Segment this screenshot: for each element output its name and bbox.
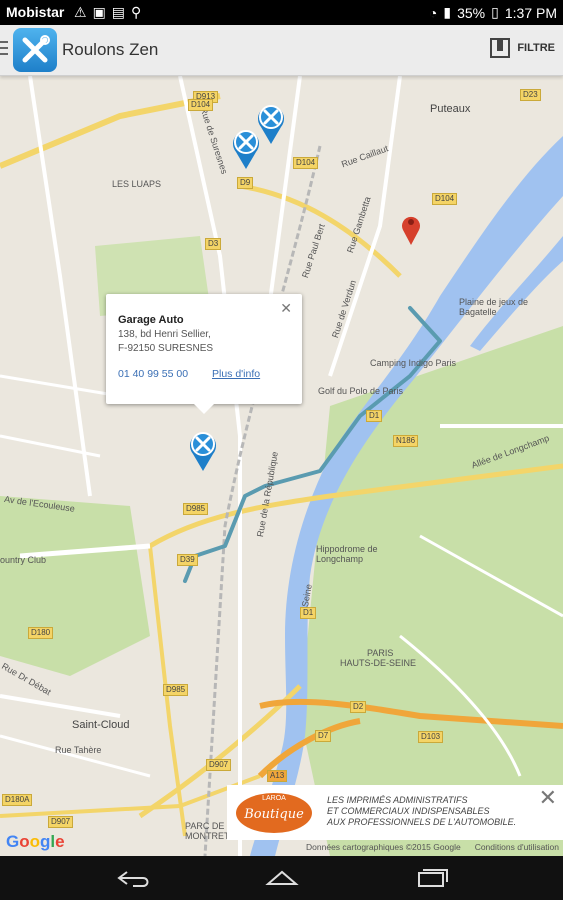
- place-label: ountry Club: [0, 555, 47, 565]
- status-bar: Mobistar ⚠ ▣ ▤ ⚲ ◔ ▮ 35% ▯ 1:37 PM: [0, 0, 563, 25]
- road-tag: D104: [188, 99, 214, 111]
- attribution-data: Données cartographiques ©2015 Google: [306, 842, 461, 852]
- garage-marker[interactable]: [231, 128, 261, 170]
- map-view[interactable]: Puteaux LES LUAPS Camping Indigo Paris G…: [0, 76, 563, 856]
- road-tag: D180: [28, 627, 54, 639]
- garage-address: 138, bd Henri Sellier,: [118, 329, 211, 340]
- road-tag: D104: [432, 193, 458, 205]
- road-tag: D2: [350, 701, 367, 713]
- signal-icon: ▮: [443, 4, 452, 20]
- road-tag: D9: [237, 177, 254, 189]
- garage-marker-selected[interactable]: [188, 430, 218, 472]
- red-pin-icon: [402, 216, 420, 245]
- map-attribution: Données cartographiques ©2015 Google Con…: [306, 842, 559, 852]
- filter-label: FILTRE: [517, 42, 555, 54]
- place-label: Hippodrome de Longchamp: [316, 544, 378, 564]
- place-label: Golf du Polo de Paris: [318, 386, 404, 396]
- road-tag: D1: [300, 607, 317, 619]
- location-icon: ⚲: [131, 4, 142, 20]
- clock: 1:37 PM: [504, 4, 557, 21]
- notification-icons: ⚠ ▣ ▤ ⚲: [74, 4, 141, 21]
- destination-marker[interactable]: [400, 212, 422, 246]
- wifi-icon: ◔: [428, 4, 438, 21]
- terms-link[interactable]: Conditions d'utilisation: [475, 842, 559, 852]
- filter-button[interactable]: FILTRE: [489, 37, 555, 59]
- street-label: Rue Tahère: [55, 745, 102, 755]
- road-tag: D907: [206, 759, 232, 771]
- garage-name: Garage Auto: [118, 314, 184, 326]
- ad-line: ET COMMERCIAUX INDISPENSABLES: [327, 806, 490, 816]
- app-bar: Roulons Zen FILTRE: [0, 25, 563, 76]
- ad-line: LES IMPRIMÉS ADMINISTRATIFS: [327, 795, 468, 805]
- road-tag: D39: [177, 554, 198, 566]
- road-tag: D7: [315, 730, 332, 742]
- close-icon[interactable]: ✕: [280, 300, 292, 317]
- place-label: Saint-Cloud: [72, 719, 130, 731]
- ad-brand-top: LAROA: [262, 795, 286, 802]
- ad-banner[interactable]: LAROA Boutique LES IMPRIMÉS ADMINISTRATI…: [227, 785, 563, 840]
- road-tag: D907: [48, 816, 74, 828]
- road-tag: A13: [267, 770, 288, 782]
- place-label: Plaine de jeux de Bagatelle: [459, 297, 529, 317]
- wrench-screwdriver-icon: [22, 35, 50, 63]
- wrench-pin-icon: [190, 432, 216, 471]
- ad-close-icon[interactable]: ✕: [539, 785, 557, 811]
- more-info-link[interactable]: Plus d'info: [212, 368, 260, 380]
- wrench-pin-icon: [233, 130, 259, 169]
- road-tag: D985: [163, 684, 189, 696]
- garage-info-popup: ✕ Garage Auto 138, bd Henri Sellier, F-9…: [106, 294, 302, 414]
- road-tag: D1: [366, 410, 383, 422]
- carrier-label: Mobistar: [6, 4, 65, 20]
- recents-icon[interactable]: [411, 866, 451, 890]
- menu-icon[interactable]: [0, 41, 8, 59]
- battery-icon: ▯: [491, 4, 499, 20]
- app-logo[interactable]: [13, 28, 57, 72]
- image-icon: ▣: [92, 4, 106, 20]
- road-tag: D180A: [2, 794, 33, 806]
- briefcase-icon: ▤: [111, 4, 126, 20]
- ad-logo: LAROA Boutique: [236, 793, 312, 833]
- ad-text: LES IMPRIMÉS ADMINISTRATIFS ET COMMERCIA…: [327, 795, 516, 828]
- place-label: Puteaux: [430, 103, 471, 115]
- road-tag: D104: [293, 157, 319, 169]
- place-label: Camping Indigo Paris: [370, 358, 457, 368]
- app-title: Roulons Zen: [62, 40, 159, 59]
- road-tag: D3: [205, 238, 222, 250]
- place-label: PARIS: [367, 648, 394, 658]
- road-tag: D23: [520, 89, 541, 101]
- warning-icon: ⚠: [74, 4, 87, 20]
- home-icon[interactable]: [262, 866, 302, 890]
- back-icon[interactable]: [113, 866, 153, 890]
- ad-line: AUX PROFESSIONNELS DE L'AUTOMOBILE.: [327, 817, 517, 827]
- filter-icon: [490, 38, 511, 58]
- google-logo: Google: [6, 832, 65, 851]
- road-tag: D985: [183, 503, 209, 515]
- battery-label: 35%: [457, 4, 486, 21]
- garage-postal: F-92150 SURESNES: [118, 343, 214, 354]
- place-label: HAUTS-DE-SEINE: [340, 658, 417, 668]
- road-tag: N186: [393, 435, 419, 447]
- ad-brand: Boutique: [244, 807, 304, 822]
- place-label: LES LUAPS: [112, 179, 162, 189]
- garage-phone-link[interactable]: 01 40 99 55 00: [118, 368, 188, 380]
- road-tag: D103: [418, 731, 444, 743]
- navigation-bar: [0, 856, 563, 900]
